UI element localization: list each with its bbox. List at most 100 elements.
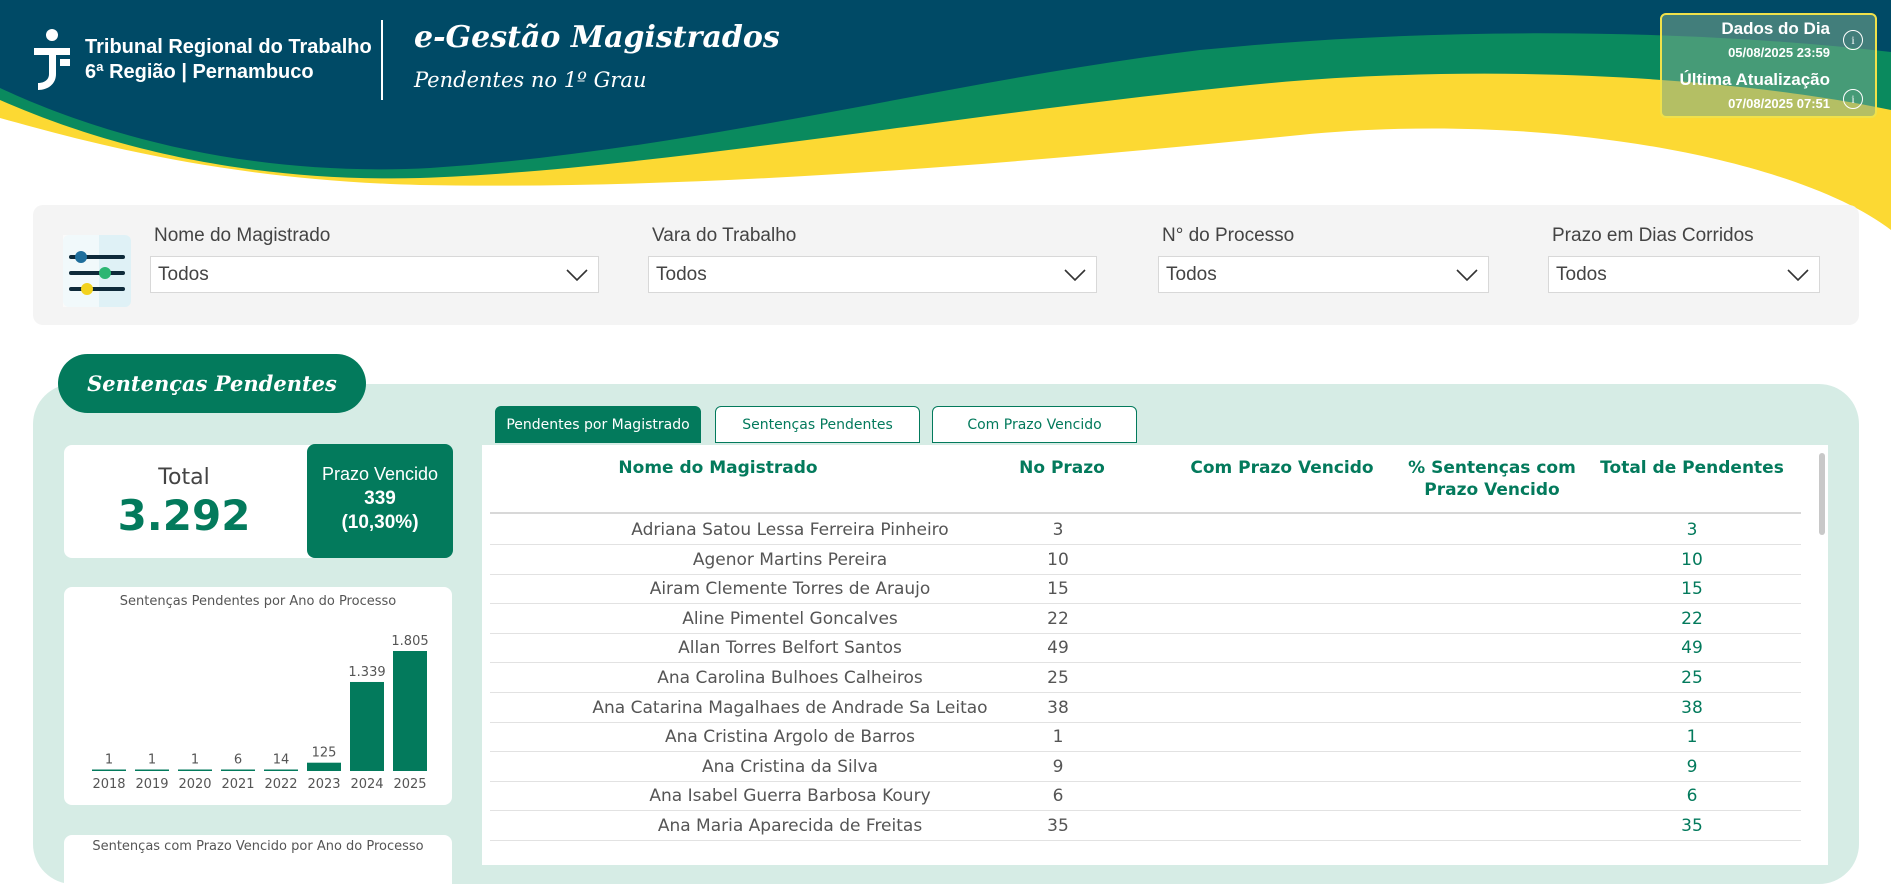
filter-magistrado: Nome do Magistrado Todos: [150, 225, 599, 293]
prazo-vencido-value: 339: [364, 488, 396, 509]
table-row[interactable]: Ana Carolina Bulhoes Calheiros 25 25: [490, 663, 1801, 693]
chart-x-tick: 2022: [264, 777, 297, 792]
total-value: 3.292: [117, 491, 251, 540]
table-row[interactable]: Aline Pimentel Goncalves 22 22: [490, 604, 1801, 634]
cell-nome: Ana Maria Aparecida de Freitas: [657, 816, 923, 836]
table-row[interactable]: Agenor Martins Pereira 10 10: [490, 545, 1801, 575]
vara-select[interactable]: Todos: [648, 256, 1097, 293]
prazo-select[interactable]: Todos: [1548, 256, 1820, 293]
cell-nome: Allan Torres Belfort Santos: [678, 638, 902, 659]
chart-bar[interactable]: [221, 769, 255, 772]
prazo-vencido-label: Prazo Vencido: [321, 464, 439, 484]
cell-nome: Ana Catarina Magalhaes de Andrade Sa Lei…: [592, 697, 988, 718]
cell-total: 1: [1686, 727, 1698, 748]
table-row[interactable]: Ana Cristina Argolo de Barros 1 1: [490, 722, 1801, 753]
chart-data-label: 1: [105, 753, 113, 768]
processo-select[interactable]: Todos: [1158, 256, 1489, 293]
cell-no-prazo: 6: [1052, 786, 1064, 807]
chart-bar[interactable]: [135, 769, 169, 772]
tab-sentencas-pendentes[interactable]: Sentenças Pendentes: [715, 406, 920, 443]
cell-no-prazo: 25: [1047, 668, 1069, 688]
trt-logo-icon: [34, 29, 70, 90]
cell-nome: Ana Carolina Bulhoes Calheiros: [657, 668, 923, 688]
select-value: Todos: [1556, 263, 1607, 285]
filter-label: Vara do Trabalho: [652, 225, 797, 246]
prazo-vencido-pct: (10,30%): [341, 512, 419, 533]
table-row[interactable]: Ana Catarina Magalhaes de Andrade Sa Lei…: [490, 693, 1801, 723]
select-value: Todos: [656, 263, 707, 285]
chart-bar[interactable]: [264, 769, 298, 772]
table-row[interactable]: Ana Isabel Guerra Barbosa Koury 6 6: [490, 781, 1801, 812]
chart-bar[interactable]: [307, 762, 341, 771]
table-row[interactable]: Allan Torres Belfort Santos 49 49: [490, 633, 1801, 664]
cell-no-prazo: 9: [1052, 756, 1064, 777]
col-header-no-prazo[interactable]: No Prazo: [992, 457, 1132, 479]
chart-data-label: 125: [312, 746, 337, 761]
chart-x-tick: 2019: [135, 777, 168, 792]
cell-total: 3: [1686, 520, 1698, 540]
tab-pendentes-por-magistrado[interactable]: Pendentes por Magistrado: [495, 406, 701, 443]
filter-label: Nome do Magistrado: [154, 225, 331, 246]
select-value: Todos: [1166, 263, 1217, 285]
chart-x-tick: 2023: [307, 777, 340, 792]
cell-no-prazo: 15: [1047, 579, 1069, 600]
dados-do-dia-label: Dados do Dia: [1721, 19, 1830, 38]
filter-sliders-icon: [63, 235, 131, 307]
cell-total: 49: [1681, 638, 1703, 659]
magistrados-table: Nome do Magistrado No Prazo Com Prazo Ve…: [482, 445, 1828, 865]
cell-no-prazo: 1: [1052, 727, 1064, 748]
table-row[interactable]: Airam Clemente Torres de Araujo 15 15: [490, 574, 1801, 605]
chart-data-label: 6: [234, 753, 242, 768]
cell-no-prazo: 35: [1047, 816, 1069, 836]
table-scrollbar[interactable]: [1819, 453, 1825, 535]
prazo-vencido-card: Prazo Vencido 339 (10,30%): [307, 444, 453, 558]
chart-bar[interactable]: [178, 769, 212, 772]
col-header-nome[interactable]: Nome do Magistrado: [536, 457, 900, 479]
org-name-line2: 6ª Região | Pernambuco: [85, 61, 314, 83]
chart-bar[interactable]: [350, 681, 384, 771]
org-name: Tribunal Regional do Trabalho 6ª Região …: [85, 35, 372, 85]
ultima-atualizacao-label: Última Atualização: [1679, 70, 1830, 89]
col-header-total[interactable]: Total de Pendentes: [1592, 457, 1792, 479]
cell-total: 22: [1681, 608, 1703, 629]
chevron-down-icon: [1456, 268, 1478, 281]
tab-com-prazo-vencido[interactable]: Com Prazo Vencido: [932, 406, 1137, 443]
col-header-com-prazo-vencido[interactable]: Com Prazo Vencido: [1182, 457, 1382, 479]
cell-no-prazo: 3: [1052, 520, 1064, 540]
cell-total: 25: [1681, 668, 1703, 688]
chevron-down-icon: [1787, 268, 1809, 281]
cell-nome: Agenor Martins Pereira: [692, 549, 888, 570]
header-divider: [381, 20, 383, 100]
cell-nome: Airam Clemente Torres de Araujo: [649, 579, 931, 600]
chart-data-label: 14: [273, 753, 290, 768]
chart-bar[interactable]: [92, 769, 126, 772]
cell-total: 6: [1686, 786, 1698, 807]
cell-total: 15: [1681, 579, 1703, 600]
chart-x-tick: 2021: [221, 777, 254, 792]
filter-label: N° do Processo: [1162, 225, 1295, 246]
cell-nome: Ana Isabel Guerra Barbosa Koury: [649, 786, 931, 807]
table-row[interactable]: Ana Cristina da Silva 9 9: [490, 752, 1801, 782]
update-info-box: Dados do Dia 05/08/2025 23:59 i Última A…: [1660, 13, 1877, 118]
chart-x-tick: 2018: [92, 777, 125, 792]
chevron-down-icon: [1064, 268, 1086, 281]
cell-no-prazo: 49: [1047, 638, 1069, 659]
cell-nome: Ana Cristina Argolo de Barros: [665, 727, 915, 748]
cell-nome: Adriana Satou Lessa Ferreira Pinheiro: [631, 520, 949, 540]
info-icon[interactable]: i: [1843, 89, 1863, 109]
col-header-pct-vencido[interactable]: % Sentenças com Prazo Vencido: [1392, 457, 1592, 501]
cell-total: 38: [1681, 697, 1703, 718]
chart-x-tick: 2025: [393, 777, 426, 792]
app-title: e-Gestão Magistrados: [414, 20, 780, 55]
table-row[interactable]: Adriana Satou Lessa Ferreira Pinheiro 3 3: [490, 515, 1801, 545]
filter-processo: N° do Processo Todos: [1158, 225, 1489, 293]
org-name-line1: Tribunal Regional do Trabalho: [85, 36, 372, 58]
cell-no-prazo: 10: [1047, 549, 1069, 570]
info-icon[interactable]: i: [1843, 30, 1863, 50]
table-row[interactable]: Ana Maria Aparecida de Freitas 35 35: [490, 811, 1801, 841]
chart-bar[interactable]: [393, 651, 427, 771]
magistrado-select[interactable]: Todos: [150, 256, 599, 293]
ultima-atualizacao-value: 07/08/2025 07:51: [1728, 96, 1830, 111]
cell-nome: Ana Cristina da Silva: [702, 756, 878, 777]
chart-card: Sentenças Pendentes por Ano do Processo …: [64, 587, 452, 805]
